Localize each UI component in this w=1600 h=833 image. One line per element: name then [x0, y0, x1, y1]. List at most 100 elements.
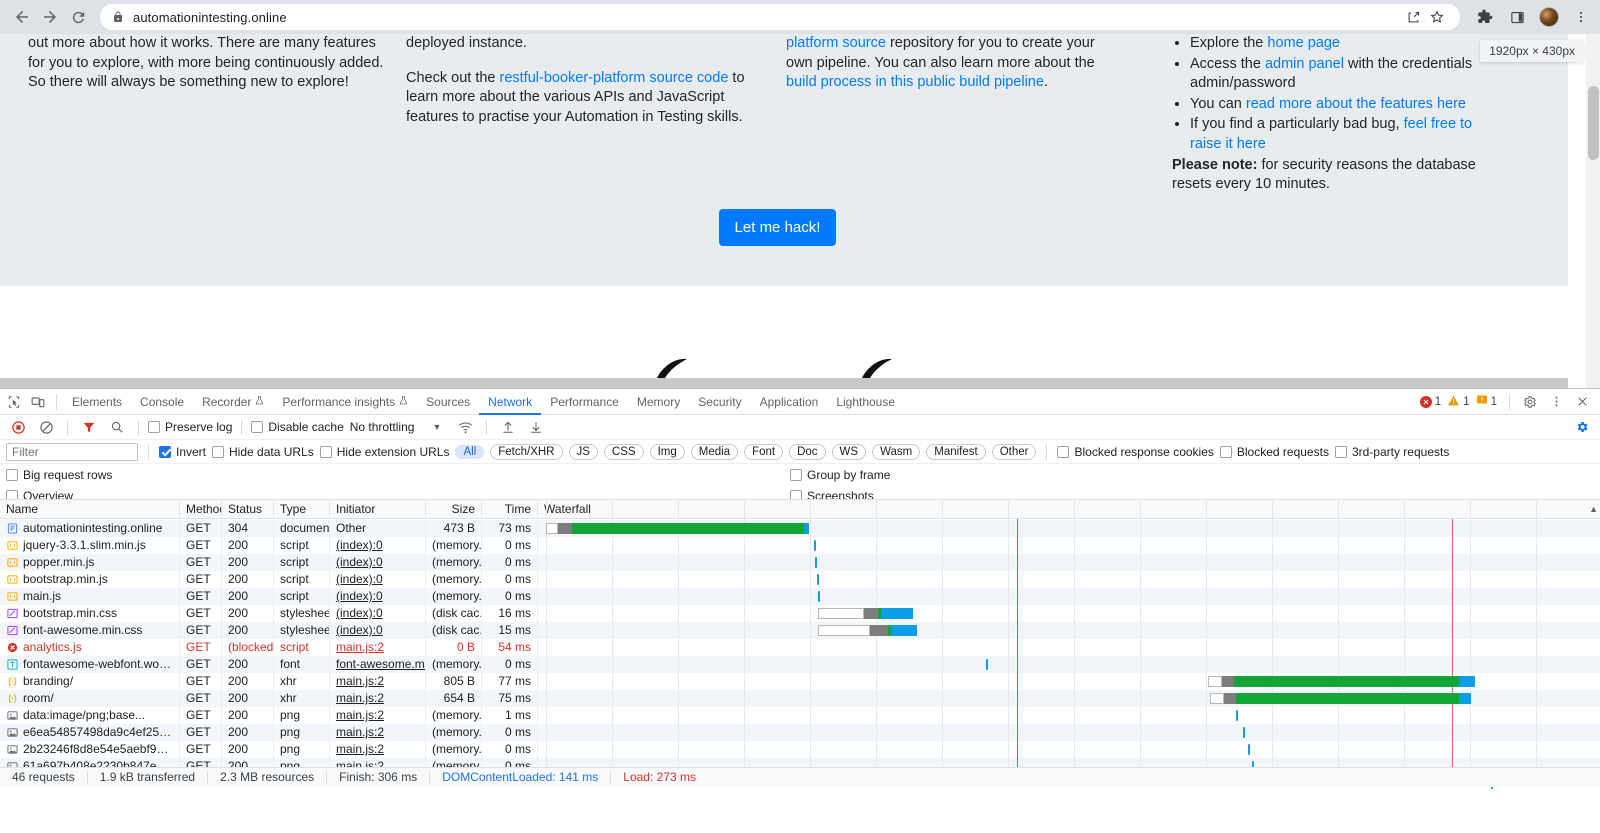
throttling-select[interactable]: No throttling	[348, 420, 415, 434]
tab-memory[interactable]: Memory	[628, 389, 689, 415]
column-header-size[interactable]: Size	[426, 499, 482, 519]
network-conditions-icon[interactable]	[453, 416, 477, 438]
extensions-puzzle-icon[interactable]	[1474, 6, 1496, 28]
network-settings-gear-icon[interactable]	[1570, 416, 1594, 438]
initiator-link[interactable]: main.js:2	[336, 742, 384, 756]
error-counter[interactable]: 1	[1419, 395, 1441, 408]
tab-sources[interactable]: Sources	[417, 389, 479, 415]
initiator-link[interactable]: (index):0	[336, 606, 383, 620]
blocked-response-cookies-checkbox[interactable]: Blocked response cookies	[1057, 445, 1214, 459]
initiator-link[interactable]: font-awesome.mi...	[336, 657, 425, 671]
side-panel-icon[interactable]	[1506, 6, 1528, 28]
type-filter-js[interactable]: JS	[568, 443, 598, 460]
platform-source-link[interactable]: platform source	[786, 35, 886, 51]
let-me-hack-button[interactable]: Let me hack!	[718, 209, 837, 246]
tab-performance[interactable]: Performance	[541, 389, 628, 415]
warning-counter[interactable]: 1	[1447, 394, 1470, 410]
source-code-link[interactable]: restful-booker-platform source code	[500, 70, 729, 86]
home-page-link[interactable]: home page	[1267, 35, 1340, 51]
build-pipeline-link[interactable]: build process in this public build pipel…	[786, 74, 1044, 90]
search-icon[interactable]	[105, 416, 129, 438]
tab-application[interactable]: Application	[751, 389, 828, 415]
export-har-icon[interactable]	[524, 416, 548, 438]
back-button[interactable]	[8, 3, 36, 31]
type-filter-other[interactable]: Other	[991, 443, 1037, 460]
filter-input[interactable]	[6, 442, 138, 461]
third-party-requests-checkbox[interactable]: 3rd-party requests	[1334, 445, 1449, 459]
devtools-more-icon[interactable]	[1544, 391, 1568, 413]
type-filter-media[interactable]: Media	[690, 443, 739, 460]
features-link[interactable]: read more about the features here	[1246, 96, 1466, 112]
admin-panel-link[interactable]: admin panel	[1265, 56, 1344, 72]
bookmark-star-icon[interactable]	[1426, 6, 1448, 28]
filter-icon[interactable]	[77, 416, 101, 438]
chrome-menu-icon[interactable]	[1570, 6, 1592, 28]
table-row[interactable]: fontawesome-webfont.woff2?v=4...GET200fo…	[0, 656, 1600, 673]
tab-console[interactable]: Console	[131, 389, 193, 415]
tab-lighthouse[interactable]: Lighthouse	[827, 389, 904, 415]
forward-button[interactable]	[36, 3, 64, 31]
initiator-link[interactable]: (index):0	[336, 572, 383, 586]
disable-cache-checkbox[interactable]: Disable cache	[251, 420, 344, 434]
initiator-link[interactable]: (index):0	[336, 555, 383, 569]
tab-elements[interactable]: Elements	[63, 389, 131, 415]
import-har-icon[interactable]	[496, 416, 520, 438]
tab-security[interactable]: Security	[689, 389, 750, 415]
table-row[interactable]: room/GET 200 xhr main.js:2 654 B 75 ms	[0, 690, 1600, 707]
initiator-link[interactable]: main.js:2	[336, 708, 384, 722]
record-button[interactable]	[6, 416, 30, 438]
address-bar[interactable]: automationintesting.online	[100, 4, 1460, 30]
page-scrollbar-thumb[interactable]	[1588, 86, 1599, 160]
tab-performance-insights[interactable]: Performance insights	[273, 389, 417, 415]
type-filter-ws[interactable]: WS	[831, 443, 867, 460]
tab-recorder[interactable]: Recorder	[193, 389, 273, 415]
profile-avatar[interactable]	[1538, 6, 1560, 28]
column-header-initiator[interactable]: Initiator	[330, 499, 426, 519]
scroll-up-icon[interactable]: ▲	[1589, 504, 1598, 514]
table-row[interactable]: bootstrap.min.js GET 200 script (index):0 (me…	[0, 571, 1600, 588]
table-row[interactable]: analytics.js GET(blocked:...script main.js…	[0, 639, 1600, 656]
type-filter-wasm[interactable]: Wasm	[872, 443, 921, 460]
type-filter-doc[interactable]: Doc	[789, 443, 826, 460]
column-header-waterfall[interactable]: Waterfall	[538, 499, 1600, 519]
clear-button[interactable]	[34, 416, 58, 438]
table-row[interactable]: font-awesome.min.css GET 200 stylesheet (ind…	[0, 622, 1600, 639]
big-request-rows-checkbox[interactable]: Big request rows	[6, 468, 112, 482]
table-row[interactable]: branding/GET 200 xhr main.js:2 805 B 77 ms	[0, 673, 1600, 690]
type-filter-manifest[interactable]: Manifest	[926, 443, 986, 460]
table-row[interactable]: popper.min.js GET 200 script (index):0 (memor…	[0, 554, 1600, 571]
share-icon[interactable]	[1402, 6, 1424, 28]
hide-extension-urls-checkbox[interactable]: Hide extension URLs	[319, 445, 449, 459]
close-icon[interactable]	[1570, 391, 1594, 413]
table-row[interactable]: jquery-3.3.1.slim.min.js GET 200 script (ind…	[0, 537, 1600, 554]
hide-data-urls-checkbox[interactable]: Hide data URLs	[212, 445, 314, 459]
blocked-requests-checkbox[interactable]: Blocked requests	[1219, 445, 1329, 459]
group-by-frame-checkbox[interactable]: Group by frame	[790, 468, 890, 482]
inspect-element-icon[interactable]	[2, 391, 26, 413]
invert-checkbox[interactable]: Invert	[159, 445, 206, 459]
initiator-link[interactable]: (index):0	[336, 623, 383, 637]
type-filter-fetch-xhr[interactable]: Fetch/XHR	[490, 443, 563, 460]
type-filter-all[interactable]: All	[455, 444, 485, 459]
page-scrollbar[interactable]	[1586, 34, 1600, 388]
device-toolbar-icon[interactable]	[26, 391, 50, 413]
initiator-link[interactable]: (index):0	[336, 538, 383, 552]
column-header-time[interactable]: Time	[482, 499, 538, 519]
type-filter-css[interactable]: CSS	[603, 443, 644, 460]
gear-icon[interactable]	[1518, 391, 1542, 413]
column-header-status[interactable]: Status	[222, 499, 274, 519]
tab-network[interactable]: Network	[479, 389, 541, 415]
table-row[interactable]: e6ea54857498da9c4ef251d699f54... GET200pn…	[0, 724, 1600, 741]
column-header-type[interactable]: Type	[274, 499, 330, 519]
issues-counter[interactable]: 1	[1476, 394, 1497, 409]
preserve-log-checkbox[interactable]: Preserve log	[148, 420, 232, 434]
column-header-method[interactable]: Method	[180, 499, 222, 519]
chevron-down-icon[interactable]: ▼	[432, 422, 441, 432]
initiator-link[interactable]: main.js:2	[336, 640, 384, 654]
initiator-link[interactable]: main.js:2	[336, 725, 384, 739]
type-filter-font[interactable]: Font	[744, 443, 784, 460]
table-row[interactable]: automationintesting.online GET 304 document…	[0, 520, 1600, 537]
initiator-link[interactable]: (index):0	[336, 589, 383, 603]
initiator-link[interactable]: main.js:2	[336, 674, 384, 688]
column-header-name[interactable]: Name	[0, 499, 180, 519]
